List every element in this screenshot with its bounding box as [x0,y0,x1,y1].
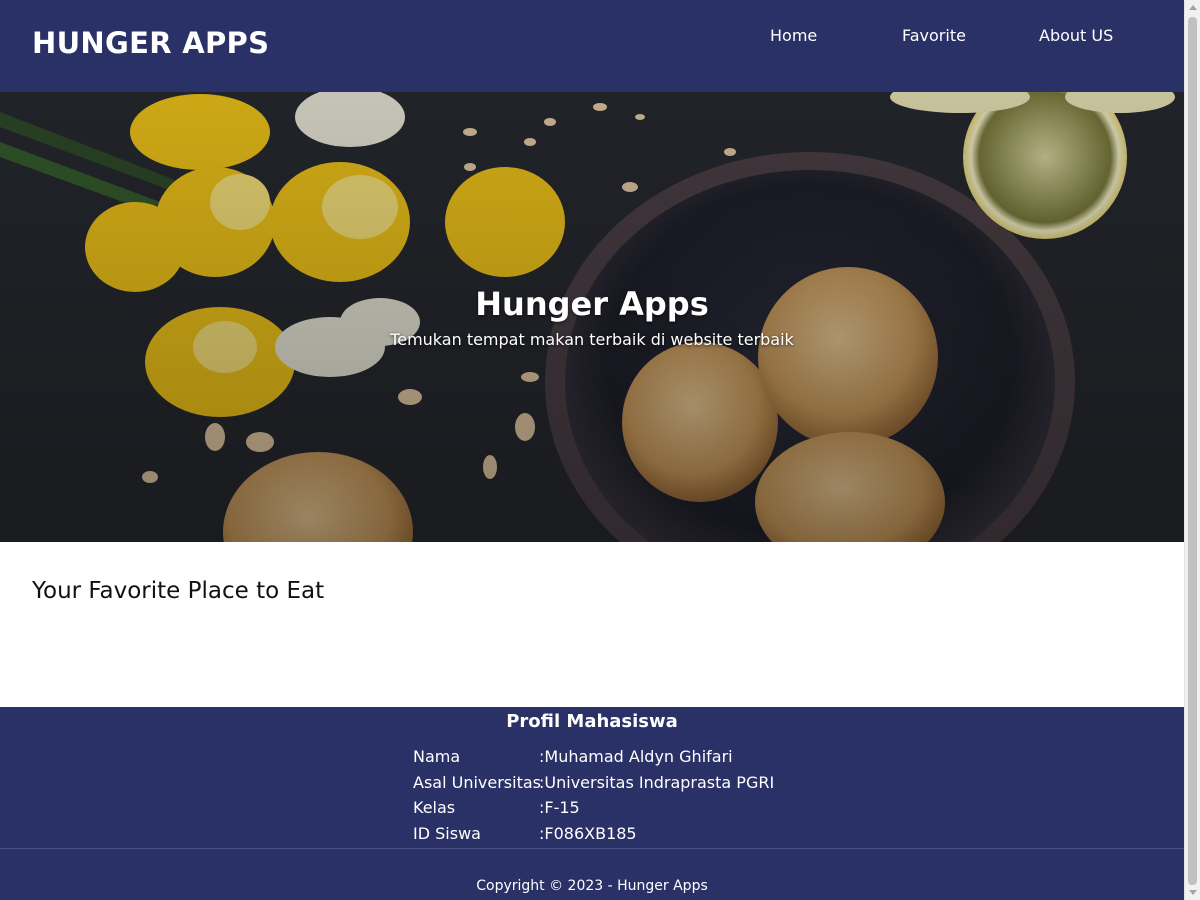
profile-value: :Muhamad Aldyn Ghifari [539,747,733,766]
favorite-section-title: Your Favorite Place to Eat [32,578,325,604]
nav-link-favorite[interactable]: Favorite [902,26,966,45]
hero-subtitle: Temukan tempat makan terbaik di website … [390,330,794,349]
profile-value: :F-15 [539,798,580,818]
nav-link-about[interactable]: About US [1039,26,1113,45]
profile-label: Kelas [413,798,456,818]
hero-title: Hunger Apps [475,285,709,323]
profile-value: :F086XB185 [539,824,637,844]
scrollbar-thumb[interactable] [1188,17,1197,885]
scroll-down-arrow-icon[interactable] [1189,890,1197,895]
profile-label: Nama [413,747,461,766]
profile-label: Asal Universitas [413,772,541,792]
copyright-text: Copyright © 2023 - Hunger Apps [476,878,708,894]
nav-link-home[interactable]: Home [770,26,817,45]
profile-title: Profil Mahasiswa [506,711,678,732]
scroll-up-arrow-icon[interactable] [1189,5,1197,10]
vertical-scrollbar[interactable] [1184,0,1200,900]
navbar: HUNGER APPS Home Favorite About US [0,0,1184,92]
footer-divider [0,848,1184,849]
hero-banner: Hunger Apps Temukan tempat makan terbaik… [0,92,1184,542]
brand-logo[interactable]: HUNGER APPS [32,26,269,60]
profile-label: ID Siswa [413,824,481,844]
profile-value: :Universitas Indraprasta PGRI [539,772,775,792]
footer: Profil Mahasiswa Nama :Muhamad Aldyn Ghi… [0,707,1184,900]
page: HUNGER APPS Home Favorite About US Hunge… [0,0,1184,900]
